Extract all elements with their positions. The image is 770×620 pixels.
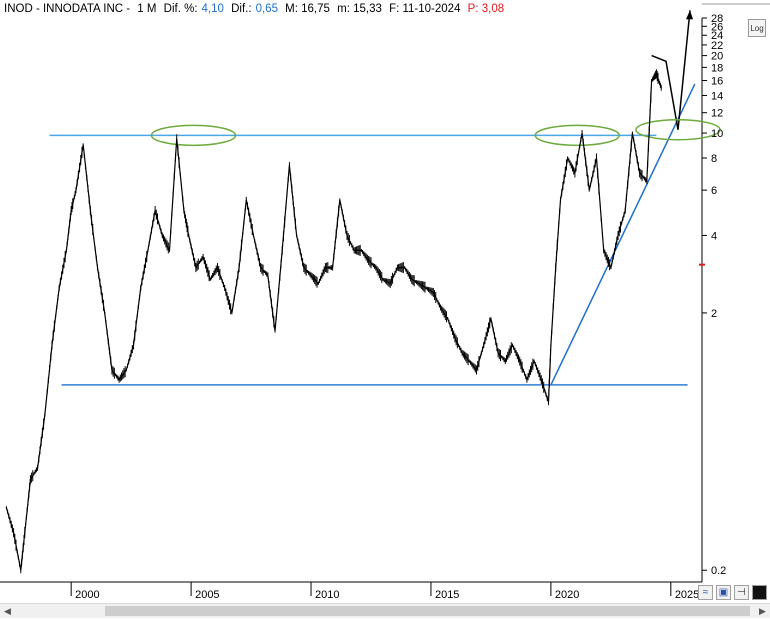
y-tick-label: 10 bbox=[711, 128, 723, 140]
color-swatch-icon[interactable] bbox=[752, 585, 767, 600]
price-label: P: 3,08 bbox=[467, 3, 505, 15]
min-label: m: 15,33 bbox=[337, 3, 382, 15]
x-tick-label: 2015 bbox=[435, 589, 459, 601]
dif-label: Dif.: bbox=[231, 3, 252, 15]
y-tick-label: 20 bbox=[711, 51, 723, 63]
projection-path bbox=[651, 10, 691, 130]
x-tick-label: 2025 bbox=[675, 589, 699, 601]
dif-pct-value: 4,10 bbox=[201, 3, 224, 15]
y-tick-label: 8 bbox=[711, 153, 717, 165]
pin-icon[interactable]: ⊣ bbox=[734, 585, 749, 600]
chart-frame bbox=[0, 3, 770, 583]
price-chart[interactable]: 2826242220181614121086420.22000 2005 2010 2… bbox=[0, 0, 770, 620]
y-tick-label: 14 bbox=[711, 90, 723, 102]
scroll-thumb[interactable] bbox=[105, 606, 750, 616]
save-icon[interactable]: ▣ bbox=[716, 585, 731, 600]
axes: 2826242220181614121086420.22000 2005 2010 2… bbox=[70, 13, 726, 601]
x-tick-label: 2005 bbox=[195, 589, 219, 601]
y-tick-label: 2 bbox=[711, 308, 717, 320]
y-tick-label: 4 bbox=[711, 230, 717, 242]
dif-pct-label: Dif. %: bbox=[163, 3, 198, 15]
x-tick-label: 2010 bbox=[315, 589, 339, 601]
y-tick-label: 16 bbox=[711, 76, 723, 88]
annotations-layer bbox=[49, 10, 721, 386]
support-trendline bbox=[550, 83, 696, 386]
y-tick-label: 6 bbox=[711, 185, 717, 197]
scroll-right-icon[interactable]: ▶ bbox=[755, 604, 770, 618]
y-tick-label: 12 bbox=[711, 108, 723, 120]
horizontal-scrollbar[interactable]: ◀ ▶ bbox=[0, 603, 770, 618]
symbol-label: INOD - INNODATA INC - bbox=[4, 3, 131, 15]
scroll-left-icon[interactable]: ◀ bbox=[0, 604, 15, 618]
dif-value: 0,65 bbox=[255, 3, 278, 15]
x-tick-label: 2020 bbox=[555, 589, 579, 601]
max-label: M: 16,75 bbox=[285, 3, 330, 15]
x-tick-label: 2000 bbox=[75, 589, 99, 601]
wave-tool-icon[interactable]: ≈ bbox=[698, 585, 713, 600]
y-tick-label: 18 bbox=[711, 62, 723, 74]
chart-header: INOD - INNODATA INC - 1 M Dif. %: 4,10 Di… bbox=[0, 0, 704, 18]
log-scale-button[interactable]: Log bbox=[748, 19, 766, 37]
y-tick-label: 0.2 bbox=[711, 565, 726, 577]
price-line bbox=[5, 72, 662, 571]
date-label: F: 11-10-2024 bbox=[389, 3, 461, 15]
period-label: 1 M bbox=[137, 3, 157, 15]
